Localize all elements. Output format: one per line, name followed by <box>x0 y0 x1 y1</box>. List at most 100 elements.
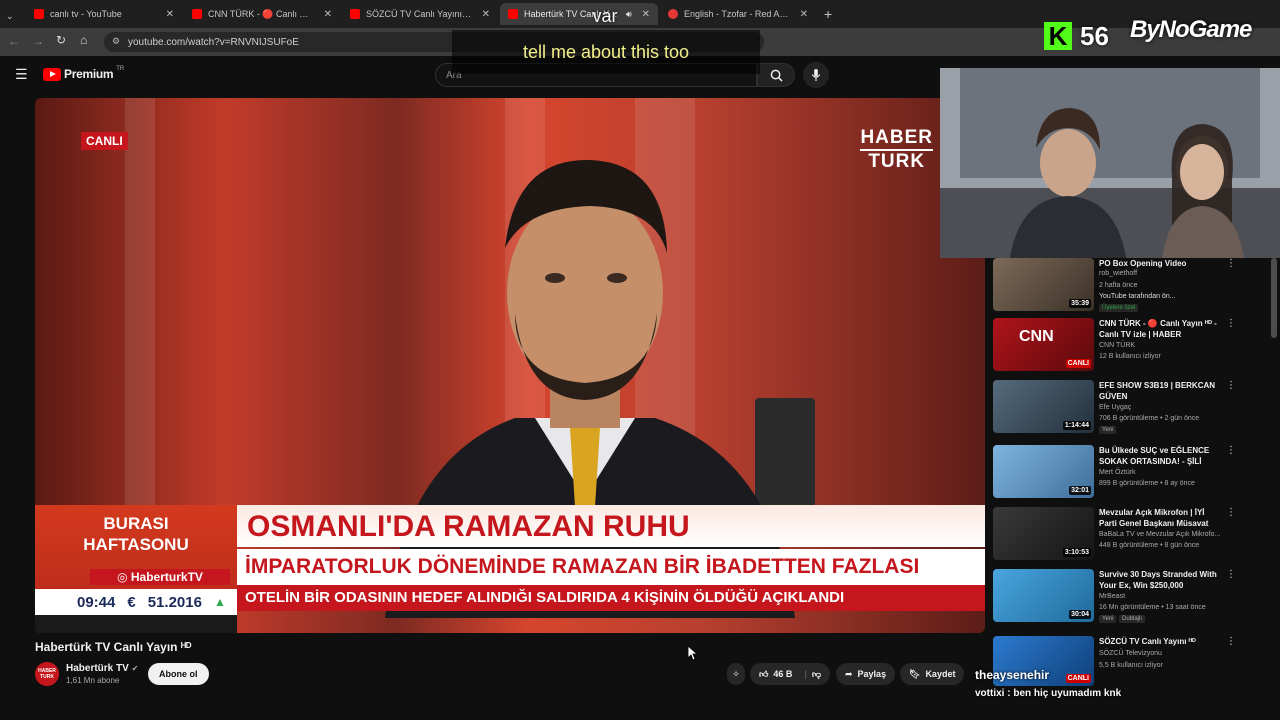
video-thumbnail[interactable]: 35:39 <box>993 258 1094 311</box>
save-button[interactable]: 🔖︎ Kaydet <box>900 663 965 685</box>
headline-bar: OSMANLI'DA RAMAZAN RUHU <box>237 505 985 547</box>
more-options-icon[interactable]: ⋮ <box>1226 507 1236 518</box>
youtube-play-icon <box>43 67 61 81</box>
members-only-badge: Üyelere özel <box>1099 304 1139 312</box>
video-duration: 35:39 <box>1069 299 1091 308</box>
new-badge: Yeni <box>1099 426 1117 434</box>
recommendation-item[interactable]: 35:39 PO Box Opening Video rob_wiethoff … <box>993 258 1243 314</box>
more-options-icon[interactable]: ⋮ <box>1226 258 1236 269</box>
youtube-logo[interactable]: Premium TR <box>43 66 124 81</box>
more-options-icon[interactable]: ⋮ <box>1226 636 1236 647</box>
video-title: CNN TÜRK - 🔴 Canlı Yayın ᴴᴰ - Canlı TV i… <box>1099 319 1217 339</box>
video-title: Mevzular Açık Mikrofon | İYİ Parti Genel… <box>1099 508 1209 528</box>
video-meta: 16 Mn görüntüleme • 13 saat önce <box>1099 604 1206 611</box>
video-thumbnail[interactable]: CNN CANLI <box>993 318 1094 371</box>
video-meta: 706 B görüntüleme • 2 gün önce <box>1099 415 1200 422</box>
recommendation-item[interactable]: CNN CANLI CNN TÜRK - 🔴 Canlı Yayın ᴴᴰ - … <box>993 318 1243 374</box>
video-duration: 30:04 <box>1069 610 1091 619</box>
logo-line2: TURK <box>868 151 926 172</box>
ticker-text: OTELİN BİR ODASININ HEDEF ALINDIĞI SALDI… <box>245 589 845 606</box>
recommendation-item[interactable]: 3:10:53 Mevzular Açık Mikrofon | İYİ Par… <box>993 507 1243 563</box>
video-thumbnail[interactable]: 3:10:53 <box>993 507 1094 560</box>
video-duration: 32:01 <box>1069 486 1091 495</box>
video-thumbnail[interactable]: 1:14:44 <box>993 380 1094 433</box>
search-button[interactable] <box>757 63 795 87</box>
video-channel: rob_wiethoff <box>1099 270 1138 277</box>
url-text: youtube.com/watch?v=RNVNIJSUFoE <box>128 36 299 48</box>
video-channel: BaBaLa TV ve Mevzular Açık Mikrofo... <box>1099 531 1221 538</box>
subscribe-button[interactable]: Abone ol <box>148 663 209 685</box>
currency-symbol: € <box>127 593 136 611</box>
channel-name[interactable]: Habertürk TV ✔ <box>66 663 138 674</box>
video-title: Survive 30 Days Stranded With Your Ex, W… <box>1099 570 1217 590</box>
live-badge: CANLI <box>81 132 128 150</box>
program-name: BURASI HAFTASONU <box>35 513 237 555</box>
webcam-scene <box>940 68 1280 258</box>
scrollbar-thumb[interactable] <box>1271 258 1277 338</box>
video-title: PO Box Opening Video <box>1099 259 1187 268</box>
sponsor-text: ByNoGame <box>1130 16 1252 43</box>
clock-time: 09:44 <box>77 593 116 611</box>
search-icon <box>770 69 783 82</box>
up-arrow-icon: ▲ <box>213 595 226 609</box>
program-name-line2: HAFTASONU <box>83 535 189 554</box>
video-thumbnail[interactable]: 30:04 <box>993 569 1094 622</box>
instagram-handle-text: HaberturkTV <box>130 570 203 584</box>
like-button[interactable]: 👍︎ 46 B | 👎︎ <box>750 663 830 685</box>
instagram-icon: ◎ <box>117 570 131 584</box>
bookmark-icon: 🔖︎ <box>909 668 921 679</box>
video-title: SÖZCÜ TV Canlı Yayını ᴴᴰ <box>1099 637 1196 646</box>
dubbed-badge: Dublajlı <box>1119 615 1146 623</box>
more-options-icon[interactable]: ⋮ <box>1226 445 1236 456</box>
channel-name-text: Habertürk TV <box>66 663 129 674</box>
live-badge: CANLI <box>1065 674 1091 683</box>
caption-previous-line: var <box>592 6 618 26</box>
recommendation-item[interactable]: 30:04 Survive 30 Days Stranded With Your… <box>993 569 1243 625</box>
thumbs-down-icon[interactable]: 👎︎ <box>812 669 821 680</box>
ask-button[interactable]: ✧ <box>727 663 745 685</box>
video-meta: 5,5 B kullanıcı izliyor <box>1099 662 1163 669</box>
menu-icon[interactable]: ☰ <box>15 66 28 83</box>
save-label: Kaydet <box>925 669 956 679</box>
video-channel: SÖZCÜ Televizyonu <box>1099 650 1162 657</box>
haberturk-logo: HABER TURK <box>860 128 933 172</box>
news-ticker: OTELİN BİR ODASININ HEDEF ALINDIĞI SALDI… <box>237 585 985 611</box>
video-title: Habertürk TV Canlı Yayın ᴴᴰ <box>35 640 192 654</box>
video-thumbnail[interactable]: 32:01 <box>993 445 1094 498</box>
channel-avatar[interactable]: HABER TURK <box>35 662 59 686</box>
program-name-line1: BURASI <box>103 514 169 533</box>
video-duration: 1:14:44 <box>1062 421 1091 430</box>
currency-rate: 51.2016 <box>147 593 202 611</box>
video-duration: 3:10:53 <box>1062 548 1091 557</box>
voice-search-button[interactable] <box>803 62 829 88</box>
clock-currency-panel: 09:44 € 51.2016 ▲ <box>35 589 237 615</box>
video-channel: Efe Uygaç <box>1099 404 1132 411</box>
live-badge: CANLI <box>1065 359 1091 368</box>
video-player[interactable]: CANLI HABER TURK BURASI HAFTASONU ◎ Habe… <box>35 98 985 633</box>
video-meta: 899 B görüntüleme • 8 ay önce <box>1099 480 1195 487</box>
recommendation-item[interactable]: 1:14:44 EFE SHOW S3B19 | BERKCAN GÜVEN E… <box>993 380 1243 436</box>
instagram-handle: ◎ HaberturkTV <box>90 569 230 585</box>
share-icon: ➦ <box>845 668 853 679</box>
forward-icon[interactable]: → <box>32 34 44 48</box>
reload-icon[interactable]: ↻ <box>56 33 66 47</box>
lower-third: BURASI HAFTASONU ◎ HaberturkTV OSMANLI'D… <box>35 505 985 633</box>
studio-stripe <box>125 98 155 518</box>
chat-username-partial: theaysenehir <box>975 668 1050 682</box>
more-options-icon[interactable]: ⋮ <box>1226 380 1236 391</box>
video-title: Bu Ülkede SUÇ ve EĞLENCE SOKAK ORTASINDA… <box>1099 446 1210 466</box>
site-info-icon[interactable]: ⚙ <box>112 36 120 47</box>
video-channel: CNN TÜRK <box>1099 342 1136 349</box>
back-icon[interactable]: ← <box>8 34 20 48</box>
recommendation-item[interactable]: 32:01 Bu Ülkede SUÇ ve EĞLENCE SOKAK ORT… <box>993 445 1243 501</box>
sidebar-scrollbar[interactable] <box>1270 258 1278 688</box>
more-options-icon[interactable]: ⋮ <box>1226 318 1236 329</box>
mouse-cursor-icon <box>687 645 699 665</box>
sparkle-icon: ✧ <box>732 668 740 679</box>
more-options-icon[interactable]: ⋮ <box>1226 569 1236 580</box>
home-icon[interactable]: ⌂ <box>80 33 87 47</box>
subscriber-count: 1,61 Mn abone <box>66 676 120 685</box>
video-meta: 448 B görüntüleme • 8 gün önce <box>1099 542 1200 549</box>
verified-icon: ✔ <box>131 664 139 673</box>
share-button[interactable]: ➦ Paylaş <box>836 663 896 685</box>
